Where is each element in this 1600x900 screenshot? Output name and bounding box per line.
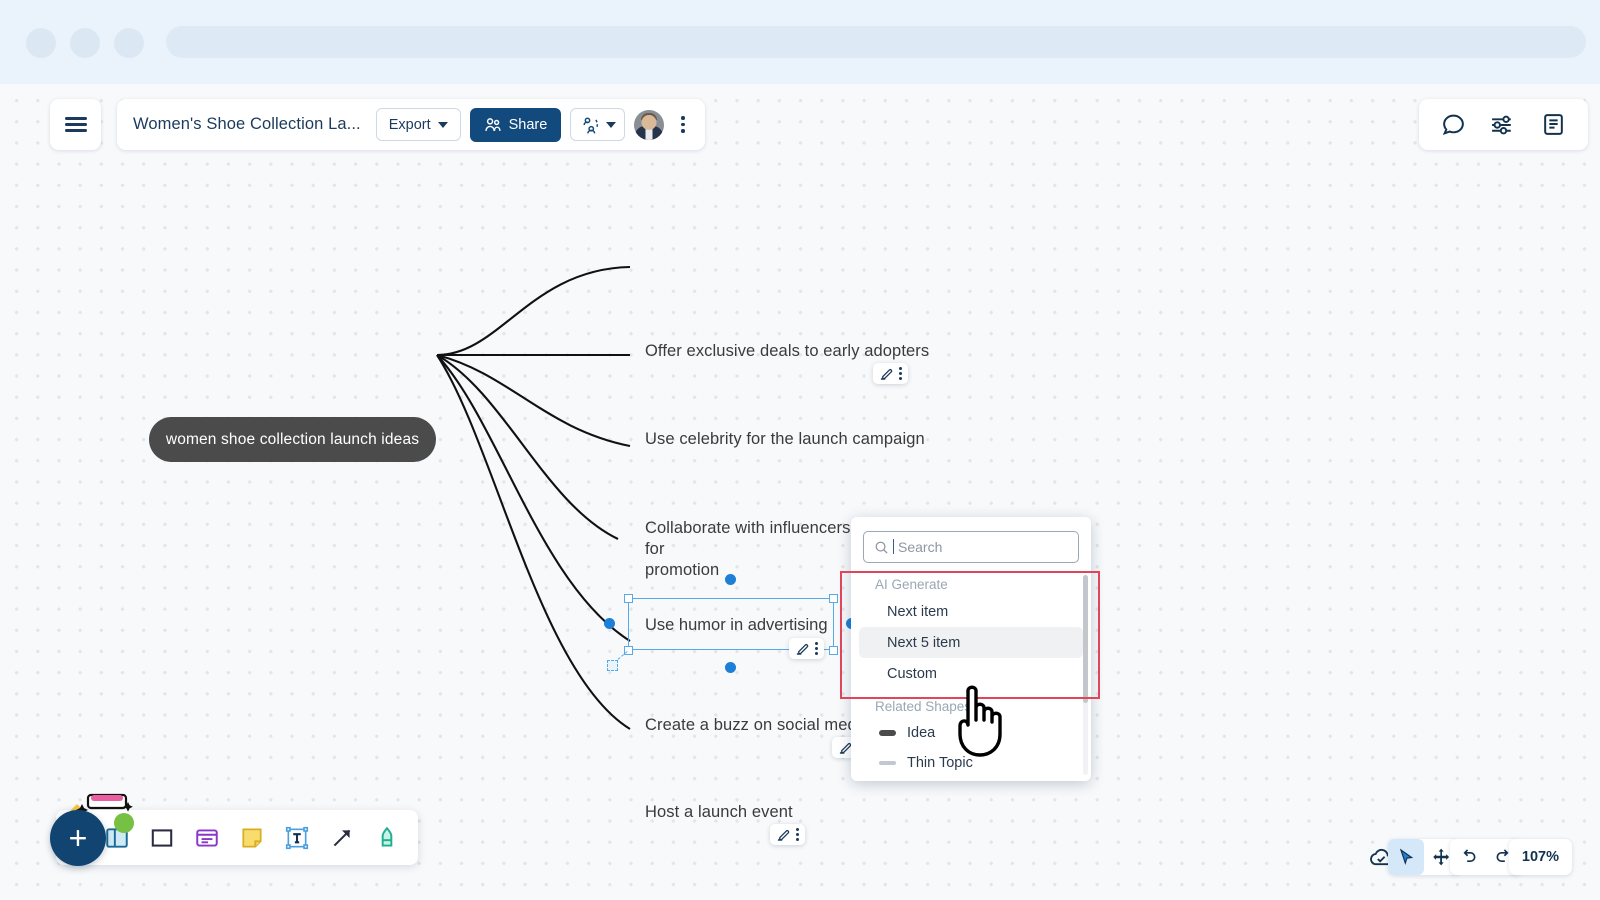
main-menu-button[interactable] [50, 99, 101, 150]
resize-handle-tl[interactable] [624, 594, 633, 603]
window-dot-maximize[interactable] [70, 28, 100, 58]
branch-label-4[interactable]: Host a launch event [645, 802, 925, 823]
people-icon [484, 117, 501, 131]
branch-label-0[interactable]: Offer exclusive deals to early adopters [645, 341, 945, 362]
window-dot-minimize[interactable] [26, 28, 56, 58]
share-label: Share [508, 116, 548, 133]
menu-item-next-item[interactable]: Next item [859, 596, 1083, 627]
hamburger-icon [64, 113, 87, 135]
search-icon [875, 541, 888, 554]
export-button[interactable]: Export [375, 108, 461, 141]
address-bar[interactable] [166, 26, 1586, 58]
zoom-level: 107% [1521, 849, 1559, 865]
card-icon[interactable] [194, 825, 220, 851]
sticky-note-icon[interactable] [239, 825, 265, 851]
rectangle-icon[interactable] [149, 825, 175, 851]
node-tools-0[interactable] [873, 363, 908, 384]
document-title[interactable]: Women's Shoe Collection La... [133, 115, 361, 134]
browser-chrome [0, 0, 1600, 84]
window-dot-close[interactable] [114, 28, 144, 58]
dropdown-scrollbar-thumb[interactable] [1083, 575, 1088, 703]
comment-icon[interactable] [1441, 112, 1466, 137]
thin-topic-shape-icon [879, 761, 896, 765]
export-label: Export [388, 116, 431, 133]
section-title-ai-generate: AI Generate [875, 577, 948, 592]
drag-ghost-handle[interactable] [607, 660, 618, 671]
undo-icon[interactable] [1450, 839, 1486, 875]
app-root: women shoe collection launch ideas Offer… [0, 0, 1600, 900]
mindmap-canvas[interactable]: women shoe collection launch ideas Offer… [0, 84, 1600, 900]
cursor-select-icon[interactable] [1388, 839, 1424, 875]
notes-icon[interactable] [1541, 112, 1566, 137]
zoom-control[interactable]: 107% [1508, 839, 1572, 875]
settings-sliders-icon[interactable] [1490, 112, 1517, 137]
user-avatar[interactable] [634, 109, 665, 140]
menu-item-next-5-item[interactable]: Next 5 item [859, 627, 1083, 658]
top-right-toolbar [1419, 99, 1588, 150]
node-kebab-icon[interactable] [899, 366, 902, 381]
resize-handle-tr[interactable] [829, 594, 838, 603]
document-toolbar: Women's Shoe Collection La... Export Sha… [117, 99, 705, 150]
edit-icon[interactable] [776, 827, 791, 842]
node-tools-4[interactable] [770, 824, 805, 845]
text-icon[interactable] [284, 825, 310, 851]
selected-node-label: Use humor in advertising [645, 616, 828, 634]
chevron-down-icon [437, 121, 448, 128]
connector-lines [436, 265, 631, 730]
shape-label: Idea [907, 725, 936, 741]
branch-label-2[interactable]: Collaborate with influencers for promoti… [645, 518, 860, 581]
search-placeholder: Search [893, 539, 942, 555]
collaborator-icon [583, 117, 599, 133]
search-input[interactable]: Search [863, 531, 1079, 563]
edit-icon[interactable] [879, 366, 894, 381]
document-more-menu[interactable] [673, 110, 693, 139]
connect-dot-top[interactable] [725, 574, 736, 585]
root-node-label: women shoe collection launch ideas [165, 430, 420, 448]
selected-node-tools[interactable] [789, 638, 824, 659]
node-kebab-icon[interactable] [796, 827, 799, 842]
node-kebab-icon[interactable] [815, 641, 818, 656]
edit-icon[interactable] [795, 641, 810, 656]
idea-shape-icon [879, 730, 896, 736]
root-node[interactable]: women shoe collection launch ideas [149, 417, 436, 462]
chevron-down-icon [606, 121, 617, 128]
add-button[interactable]: + [50, 810, 106, 866]
resize-handle-br[interactable] [829, 646, 838, 655]
connect-dot-bottom[interactable] [725, 662, 736, 673]
share-button[interactable]: Share [469, 107, 562, 142]
collaborate-button[interactable] [570, 108, 626, 141]
arrow-icon[interactable] [329, 825, 355, 851]
branch-label-1[interactable]: Use celebrity for the launch campaign [645, 429, 945, 450]
connect-dot-left[interactable] [604, 618, 615, 629]
text-caret [893, 539, 895, 554]
highlighter-icon[interactable] [374, 825, 400, 851]
add-label: + [68, 819, 88, 856]
hand-pointer-cursor [958, 685, 1002, 757]
